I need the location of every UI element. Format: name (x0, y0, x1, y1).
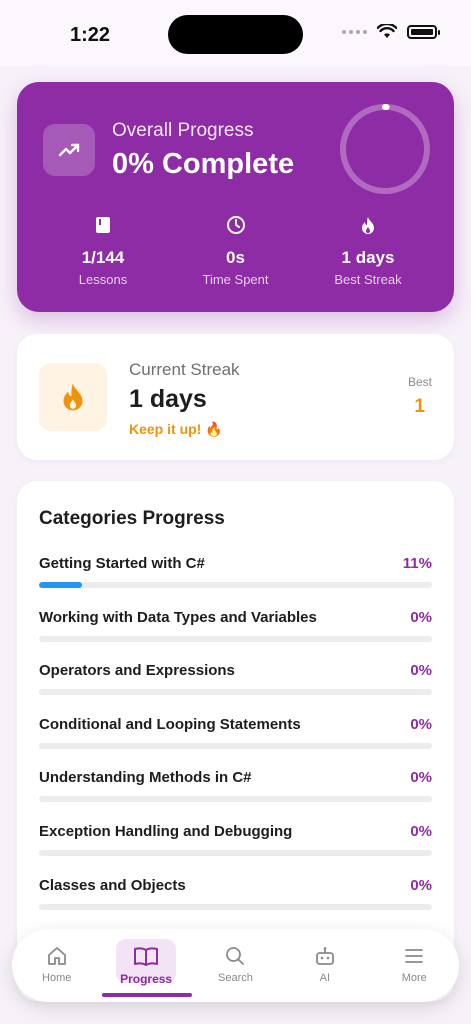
category-progress-track (39, 689, 432, 696)
category-percent: 11% (402, 555, 432, 572)
category-name: Conditional and Looping Statements (39, 715, 301, 733)
category-name: Classes and Objects (39, 876, 186, 894)
status-icons (342, 24, 440, 39)
stat-best-streak: 1 days Best Streak (308, 214, 428, 287)
category-name: Getting Started with C# (39, 555, 205, 572)
category-name: Understanding Methods in C# (39, 769, 252, 787)
stat-label: Time Spent (202, 272, 269, 287)
tab-label: Home (42, 972, 72, 984)
categories-progress-card: Categories Progress Getting Started with… (17, 481, 454, 1001)
wifi-icon (377, 24, 397, 38)
category-row[interactable]: Operators and Expressions 0% (39, 662, 432, 716)
category-percent: 0% (410, 608, 432, 626)
category-row[interactable]: Conditional and Looping Statements 0% (39, 716, 432, 770)
active-tab-indicator (102, 993, 193, 997)
clock-icon (176, 214, 296, 236)
category-row[interactable]: Getting Started with C# 11% (39, 555, 432, 609)
tab-label: AI (319, 972, 331, 984)
progress-ring (340, 104, 430, 194)
category-row[interactable]: Classes and Objects 0% (39, 877, 432, 931)
home-icon (46, 945, 68, 967)
category-progress-track (39, 796, 432, 803)
stat-value: 1/144 (81, 248, 125, 267)
stat-label: Best Streak (334, 272, 402, 287)
category-name: Exception Handling and Debugging (39, 822, 293, 840)
category-percent: 0% (410, 715, 432, 733)
stat-label: Lessons (78, 272, 128, 287)
robot-icon (314, 945, 336, 967)
tab-more[interactable]: More (376, 929, 452, 1002)
best-streak-value: 1 (414, 396, 425, 417)
menu-icon (403, 945, 425, 967)
category-percent: 0% (410, 822, 432, 840)
category-percent: 0% (410, 769, 432, 787)
category-name: Working with Data Types and Variables (39, 608, 317, 626)
flame-icon (308, 214, 428, 236)
book-icon (43, 214, 163, 236)
bottom-tab-bar: Home Progress Search AI More (12, 929, 459, 1002)
tab-search[interactable]: Search (197, 929, 273, 1002)
current-streak-card: Current Streak 1 days Keep it up! 🔥 Best… (17, 334, 454, 460)
status-bar: 1:22 (0, 0, 471, 66)
status-time: 1:22 (70, 24, 111, 46)
category-progress-track (39, 849, 432, 856)
category-progress-fill (39, 582, 83, 588)
categories-title: Categories Progress (39, 508, 225, 529)
streak-title: Current Streak (129, 360, 240, 379)
stat-value: 1 days (341, 248, 395, 267)
stat-lessons: 1/144 Lessons (43, 214, 163, 287)
book-open-icon (133, 945, 159, 967)
category-progress-track (39, 635, 432, 642)
overall-progress-value: 0% Complete (112, 148, 295, 180)
stat-time-spent: 0s Time Spent (176, 214, 296, 287)
streak-flame-icon (39, 363, 107, 431)
category-row[interactable]: Understanding Methods in C# 0% (39, 769, 432, 823)
streak-value: 1 days (129, 385, 207, 413)
category-progress-track (39, 582, 432, 588)
battery-icon (407, 24, 440, 39)
tab-label: Search (218, 972, 253, 984)
overall-progress-label: Overall Progress (112, 120, 254, 141)
category-percent: 0% (410, 662, 432, 680)
tab-label: Progress (120, 972, 173, 986)
category-progress-track (39, 903, 432, 910)
category-list: Getting Started with C# 11% Working with… (39, 555, 432, 984)
overall-stats: 1/144 Lessons 0s Time Spent 1 days Best … (43, 214, 428, 287)
tab-ai[interactable]: AI (287, 929, 363, 1002)
dynamic-island (168, 15, 303, 54)
trending-up-icon (43, 124, 95, 176)
best-streak-label: Best (407, 375, 432, 389)
tab-label: More (401, 972, 427, 984)
category-name: Operators and Expressions (39, 662, 235, 680)
category-percent: 0% (410, 876, 432, 894)
overall-progress-card: Overall Progress 0% Complete 1/144 Lesso… (17, 82, 454, 312)
search-icon (224, 945, 246, 967)
category-progress-track (39, 742, 432, 749)
category-row[interactable]: Exception Handling and Debugging 0% (39, 823, 432, 877)
stat-value: 0s (226, 248, 245, 267)
signal-dots-icon (342, 29, 367, 34)
tab-progress[interactable]: Progress (102, 929, 193, 1002)
streak-note: Keep it up! 🔥 (129, 421, 223, 437)
category-row[interactable]: Working with Data Types and Variables 0% (39, 609, 432, 663)
tab-home[interactable]: Home (19, 929, 95, 1002)
